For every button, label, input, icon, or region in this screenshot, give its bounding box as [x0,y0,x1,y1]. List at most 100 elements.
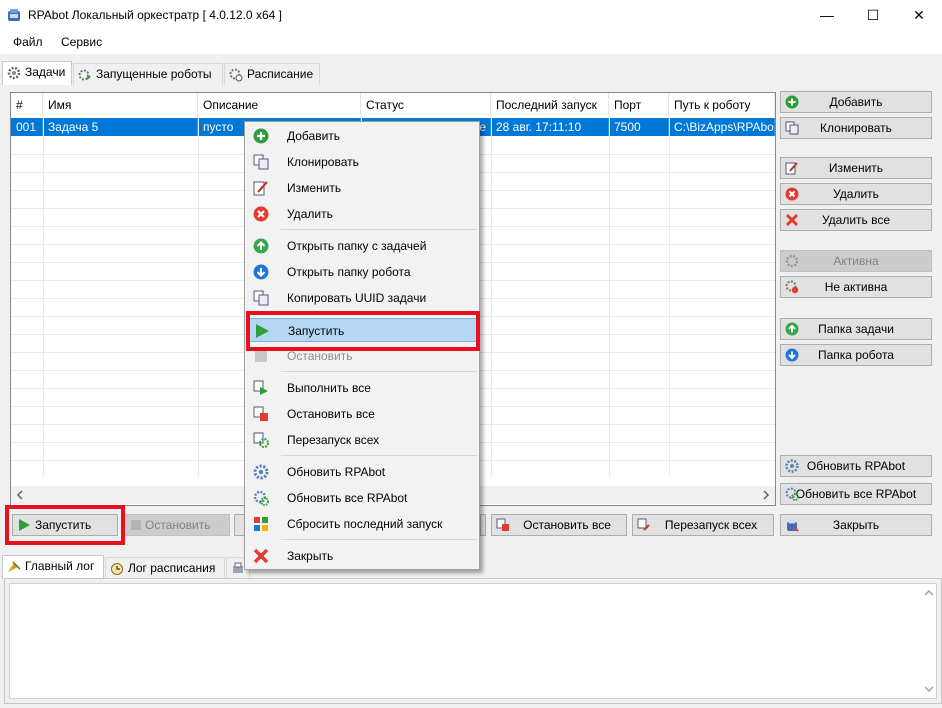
clone-icon [253,154,269,170]
ctx-stop-all[interactable]: Остановить все [247,402,477,426]
ctx-update-rpabot[interactable]: Обновить RPAbot [247,460,477,484]
tab-tasks-label: Задачи [25,65,66,79]
play-icon [19,519,30,531]
tab-running-robots[interactable]: Запущенные роботы [73,63,223,85]
stop-icon [255,350,267,362]
ctx-stop[interactable]: Остановить [247,344,477,368]
close-button-label: Закрыть [832,518,880,532]
ctx-stop-all-label: Остановить все [287,407,375,421]
ctx-delete[interactable]: Удалить [247,202,477,226]
ctx-edit[interactable]: Изменить [247,176,477,200]
ctx-open-robot-folder-label: Открыть папку робота [287,265,411,279]
menu-separator [281,313,477,314]
menu-service[interactable]: Сервис [61,35,102,49]
column-header-port[interactable]: Порт [609,93,669,117]
ctx-open-task-folder[interactable]: Открыть папку с задачей [247,234,477,258]
ctx-clone[interactable]: Клонировать [247,150,477,174]
log-panel [4,578,942,704]
tab-tasks[interactable]: Задачи [2,61,72,85]
delete-all-button[interactable]: Удалить все [780,209,932,231]
cell-name: Задача 5 [43,118,198,136]
stop-icon [131,520,141,530]
edit-icon [785,162,798,175]
ctx-clone-label: Клонировать [287,155,359,169]
restart-all-icon [253,432,269,448]
stop-button-label: Остановить [145,518,211,532]
inactive-button-label: Не активна [824,280,888,294]
scroll-down-icon[interactable] [924,684,934,694]
close-icon [253,548,269,564]
add-button[interactable]: Добавить [780,91,932,113]
cell-num: 001 [11,118,43,136]
update-icon [253,464,269,480]
add-button-label: Добавить [829,95,883,109]
ctx-restart-all-label: Перезапуск всех [287,433,380,447]
ctx-run-all-label: Выполнить все [287,381,371,395]
task-folder-button[interactable]: Папка задачи [780,318,932,340]
column-header-last-run[interactable]: Последний запуск [491,93,609,117]
delete-all-button-label: Удалить все [821,213,891,227]
grid-column-line [669,118,670,478]
run-button[interactable]: Запустить [12,514,118,536]
delete-all-icon [785,213,799,227]
context-menu: Добавить Клонировать Изменить Удалить От… [244,121,480,570]
ctx-run[interactable]: Запустить [247,318,477,342]
update-rpabot-button[interactable]: Обновить RPAbot [780,455,932,477]
ctx-delete-label: Удалить [287,207,333,221]
ctx-reset-last-run[interactable]: Сбросить последний запуск [247,512,477,536]
column-header-status[interactable]: Статус [361,93,491,117]
hidden-button-partial[interactable] [480,514,486,536]
update-all-rpabot-button-label: Обновить все RPAbot [795,487,917,501]
cell-last-run: 28 авг. 17:11:10 [491,118,609,136]
clone-icon [785,121,799,135]
maximize-button[interactable]: ☐ [850,0,896,30]
edit-button-label: Изменить [828,161,884,175]
scroll-left-icon[interactable] [15,490,25,500]
update-rpabot-button-label: Обновить RPAbot [806,459,906,473]
clone-button-label: Клонировать [820,121,892,135]
column-header-num[interactable]: # [11,93,43,117]
robot-folder-button[interactable]: Папка робота [780,344,932,366]
close-button[interactable]: Закрыть [780,514,932,536]
ctx-run-label: Запустить [288,324,345,338]
window-title: RPAbot Локальный оркестратр [ 4.0.12.0 x… [28,8,282,22]
inactive-button[interactable]: Не активна [780,276,932,298]
delete-button[interactable]: Удалить [780,183,932,205]
ctx-add[interactable]: Добавить [247,124,477,148]
add-icon [253,128,269,144]
stop-all-button[interactable]: Остановить все [491,514,627,536]
add-icon [785,95,799,109]
ctx-open-robot-folder[interactable]: Открыть папку робота [247,260,477,284]
schedule-icon [229,68,243,82]
grid-column-line [491,118,492,478]
ctx-copy-uuid-label: Копировать UUID задачи [287,291,427,305]
column-header-name[interactable]: Имя [43,93,198,117]
edit-button[interactable]: Изменить [780,157,932,179]
stop-button[interactable]: Остановить [124,514,230,536]
ctx-update-all-rpabot[interactable]: Обновить все RPAbot [247,486,477,510]
ctx-close[interactable]: Закрыть [247,544,477,568]
column-header-path[interactable]: Путь к роботу [669,93,775,117]
ctx-copy-uuid[interactable]: Копировать UUID задачи [247,286,477,310]
scroll-right-icon[interactable] [761,490,771,500]
column-header-description[interactable]: Описание [198,93,361,117]
restart-all-button[interactable]: Перезапуск всех [632,514,774,536]
update-all-rpabot-button[interactable]: Обновить все RPAbot [780,483,932,505]
clone-button[interactable]: Клонировать [780,117,932,139]
ctx-restart-all[interactable]: Перезапуск всех [247,428,477,452]
tab-main-log[interactable]: Главный лог [2,555,104,579]
ctx-stop-label: Остановить [287,349,353,363]
menu-file[interactable]: Файл [13,35,43,49]
active-button[interactable]: Активна [780,250,932,272]
scroll-up-icon[interactable] [924,588,934,598]
run-button-label: Запустить [35,518,92,532]
tab-schedule[interactable]: Расписание [224,63,320,85]
menu-bar: Файл Сервис [0,30,942,54]
main-log-textbox[interactable] [9,583,937,699]
arrow-up-icon [253,238,269,254]
ctx-run-all[interactable]: Выполнить все [247,376,477,400]
close-window-button[interactable]: ✕ [896,0,942,30]
run-all-icon [253,380,268,395]
tab-schedule-log[interactable]: Лог расписания [105,557,225,579]
minimize-button[interactable]: — [804,0,850,30]
